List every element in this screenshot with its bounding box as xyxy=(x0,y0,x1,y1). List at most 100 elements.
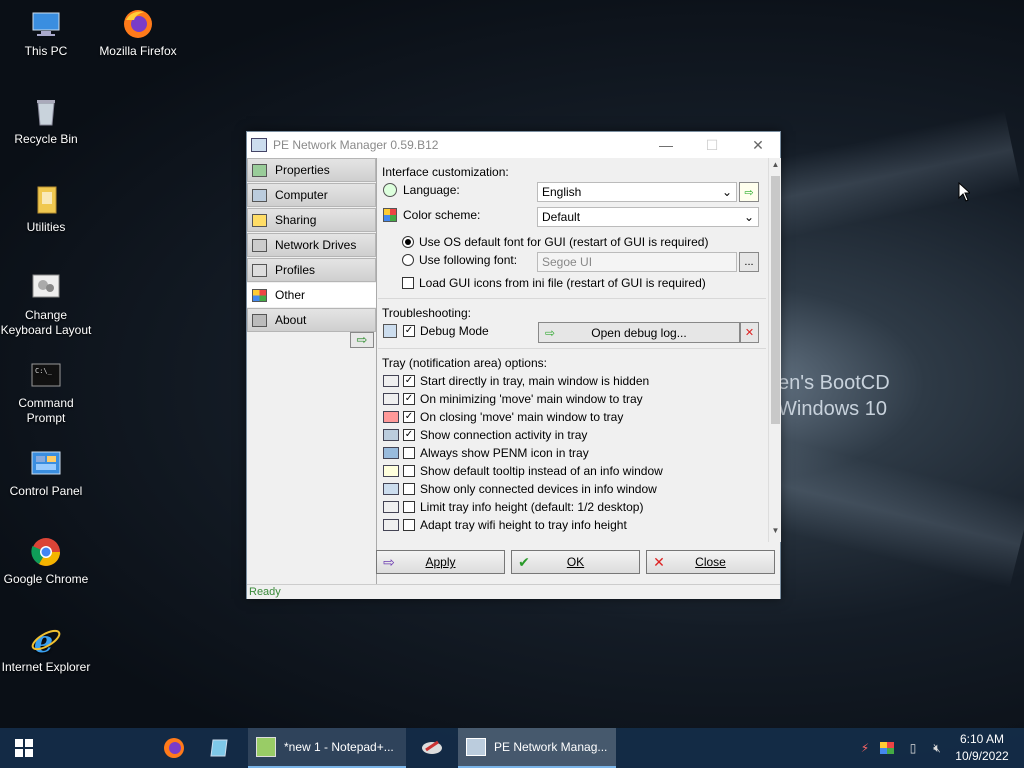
sharing-icon xyxy=(252,213,267,227)
checkmark-icon: ✔ xyxy=(518,553,530,570)
scroll-up-icon[interactable]: ▲ xyxy=(769,160,782,174)
font-os-default-radio[interactable] xyxy=(402,236,414,248)
tray-option-close-to-tray[interactable]: ✓ On closing 'move' main window to tray xyxy=(383,410,623,424)
scroll-down-icon[interactable]: ▼ xyxy=(769,526,782,540)
font-browse-button[interactable]: ... xyxy=(739,252,759,272)
color-scheme-select[interactable]: Default ⌄ xyxy=(537,207,759,227)
settings-scrollbar[interactable]: ▲ ▼ xyxy=(768,158,781,542)
desktop-icon-recycle-bin[interactable]: Recycle Bin xyxy=(0,96,92,147)
tray-option-connection-activity[interactable]: ✓ Show connection activity in tray xyxy=(383,428,587,442)
desktop-icon-keyboard-layout[interactable]: Change Keyboard Layout xyxy=(0,272,92,338)
notepadpp-icon xyxy=(256,737,276,757)
computer-icon xyxy=(252,188,267,202)
desktop-icon-chrome[interactable]: Google Chrome xyxy=(0,536,92,587)
tray-option-checkbox[interactable] xyxy=(403,465,415,477)
tray-heading: Tray (notification area) options: xyxy=(382,356,547,370)
apply-language-button[interactable]: ⇨ xyxy=(739,182,759,202)
chrome-icon xyxy=(30,536,62,568)
load-icons-checkbox[interactable] xyxy=(402,277,414,289)
debug-icon xyxy=(383,324,397,338)
clear-debug-log-button[interactable]: ✕ xyxy=(740,322,759,343)
recycle-bin-icon xyxy=(30,96,62,128)
taskbar-penm[interactable]: PE Network Manag... xyxy=(458,728,616,768)
arrow-right-icon: ⇨ xyxy=(544,325,556,340)
tray-option-adapt-wifi-height[interactable]: Adapt tray wifi height to tray info heig… xyxy=(383,518,627,532)
tray-penm-icon xyxy=(383,447,399,459)
tray-option-default-tooltip[interactable]: Show default tooltip instead of an info … xyxy=(383,464,663,478)
collapse-arrow-button[interactable]: ⇨ xyxy=(350,332,374,348)
network-tray-icon[interactable]: ⚡ xyxy=(856,728,874,768)
volume-muted-icon[interactable]: 🔇︎ xyxy=(926,728,948,768)
taskbar: *new 1 - Notepad+... PE Network Manag...… xyxy=(0,728,1024,768)
command-prompt-icon: C:\_ xyxy=(30,360,62,392)
tray-option-checkbox[interactable] xyxy=(403,519,415,531)
load-icons-option[interactable]: Load GUI icons from ini file (restart of… xyxy=(402,276,706,290)
folder-icon xyxy=(30,184,62,216)
penm-window: PE Network Manager 0.59.B12 — ☐ ✕ Proper… xyxy=(246,131,781,599)
tray-option-minimize-to-tray[interactable]: ✓ On minimizing 'move' main window to tr… xyxy=(383,392,643,406)
taskbar-tool-app[interactable] xyxy=(414,728,450,768)
sidebar-item-computer[interactable]: Computer xyxy=(247,183,376,207)
font-name-field: Segoe UI xyxy=(537,252,737,272)
close-icon: ✕ xyxy=(653,553,665,570)
taskbar-notebook-app[interactable] xyxy=(202,728,238,768)
tray-option-checkbox[interactable]: ✓ xyxy=(403,393,415,405)
tray-option-checkbox[interactable]: ✓ xyxy=(403,429,415,441)
ok-button[interactable]: ✔ OK xyxy=(511,550,640,574)
color-tray-icon[interactable] xyxy=(878,728,896,768)
tray-option-connected-only[interactable]: Show only connected devices in info wind… xyxy=(383,482,657,496)
desktop-icon-utilities[interactable]: Utilities xyxy=(0,184,92,235)
close-button[interactable]: ✕ Close xyxy=(646,550,775,574)
font-following-option[interactable]: Use following font: xyxy=(402,253,517,267)
control-panel-icon xyxy=(30,448,62,480)
tray-option-checkbox[interactable] xyxy=(403,447,415,459)
sidebar-item-about[interactable]: About xyxy=(247,308,376,332)
usb-tray-icon[interactable]: ▯ xyxy=(904,728,922,768)
taskbar-notepadpp[interactable]: *new 1 - Notepad+... xyxy=(248,728,406,768)
font-following-radio[interactable] xyxy=(402,254,414,266)
apply-button[interactable]: ⇨ Apply xyxy=(376,550,505,574)
sidebar: Properties Computer Sharing Network Driv… xyxy=(247,158,377,586)
desktop-icon-internet-explorer[interactable]: e Internet Explorer xyxy=(0,624,92,675)
tray-option-checkbox[interactable] xyxy=(403,501,415,513)
language-select[interactable]: English ⌄ xyxy=(537,182,737,202)
maximize-button[interactable]: ☐ xyxy=(689,132,735,158)
minimize-button[interactable]: — xyxy=(643,132,689,158)
chevron-down-icon: ⌄ xyxy=(721,185,732,199)
mouse-cursor-icon xyxy=(958,182,970,202)
debug-mode-checkbox[interactable]: ✓ xyxy=(403,325,415,337)
sidebar-item-profiles[interactable]: Profiles xyxy=(247,258,376,282)
desktop-icon-firefox[interactable]: Mozilla Firefox xyxy=(92,8,184,59)
sidebar-item-other[interactable]: Other xyxy=(247,283,376,307)
tray-tooltip-icon xyxy=(383,465,399,477)
clock[interactable]: 6:10 AM 10/9/2022 xyxy=(952,731,1012,765)
tray-devices-icon xyxy=(383,483,399,495)
scroll-thumb[interactable] xyxy=(771,176,780,424)
color-scheme-label-row: Color scheme: xyxy=(383,208,480,222)
open-debug-log-button[interactable]: ⇨ Open debug log... xyxy=(538,322,740,343)
tray-wifi-height-icon xyxy=(383,519,399,531)
tray-option-checkbox[interactable]: ✓ xyxy=(403,375,415,387)
network-drives-icon xyxy=(252,238,267,252)
desktop-icon-this-pc[interactable]: This PC xyxy=(0,8,92,59)
debug-mode-option[interactable]: ✓ Debug Mode xyxy=(383,324,489,338)
sidebar-item-properties[interactable]: Properties xyxy=(247,158,376,182)
sidebar-item-sharing[interactable]: Sharing xyxy=(247,208,376,232)
keyboard-layout-icon xyxy=(30,272,62,304)
properties-icon xyxy=(252,163,267,177)
profiles-icon xyxy=(252,263,267,277)
sidebar-item-network-drives[interactable]: Network Drives xyxy=(247,233,376,257)
close-window-button[interactable]: ✕ xyxy=(735,132,781,158)
tray-option-checkbox[interactable]: ✓ xyxy=(403,411,415,423)
tray-option-always-show-icon[interactable]: Always show PENM icon in tray xyxy=(383,446,589,460)
desktop-icon-command-prompt[interactable]: C:\_ Command Prompt xyxy=(0,360,92,426)
tray-option-checkbox[interactable] xyxy=(403,483,415,495)
start-button[interactable] xyxy=(0,728,48,768)
font-os-default-option[interactable]: Use OS default font for GUI (restart of … xyxy=(402,235,708,249)
tray-option-start-in-tray[interactable]: ✓ Start directly in tray, main window is… xyxy=(383,374,649,388)
tray-option-limit-height[interactable]: Limit tray info height (default: 1/2 des… xyxy=(383,500,643,514)
title-bar[interactable]: PE Network Manager 0.59.B12 — ☐ ✕ xyxy=(247,132,780,158)
other-settings-panel: Interface customization: Language: Engli… xyxy=(378,158,768,542)
desktop-icon-control-panel[interactable]: Control Panel xyxy=(0,448,92,499)
taskbar-firefox[interactable] xyxy=(156,728,192,768)
